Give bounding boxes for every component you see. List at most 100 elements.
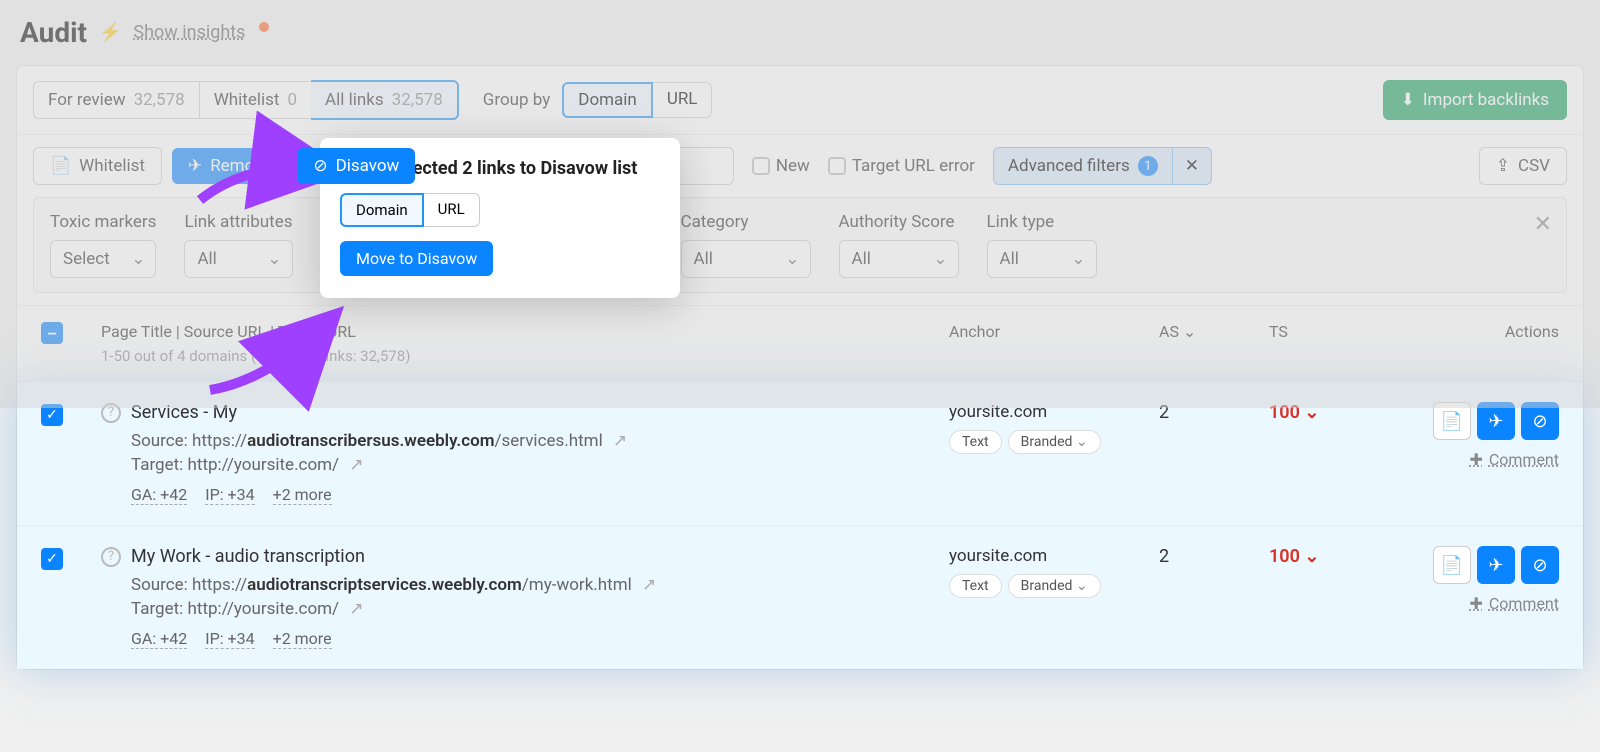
row-ts[interactable]: 100 [1269,402,1409,505]
pill-branded[interactable]: Branded [1008,430,1101,454]
row-target[interactable]: Target: http://yoursite.com/ ↗ [131,455,949,475]
tab-whitelist[interactable]: Whitelist 0 [200,81,312,119]
col-label: AS [1159,322,1179,341]
tab-count: 32,578 [134,90,185,110]
tab-count: 0 [287,90,297,110]
seg-url[interactable]: URL [424,193,480,227]
meta-more[interactable]: +2 more [273,485,332,505]
external-link-icon[interactable]: ↗ [349,455,363,475]
whitelist-button[interactable]: 📄 Whitelist [33,147,162,185]
disavow-icon: ⊘ [313,156,327,176]
row-source[interactable]: Source: https://audiotranscribersus.weeb… [131,431,949,451]
page-title: Audit [20,16,87,49]
row-target[interactable]: Target: http://yoursite.com/ ↗ [131,599,949,619]
tab-label: For review [48,90,126,110]
remove-button[interactable]: ✈ Remove [172,148,287,184]
col-sublabel: 1-50 out of 4 domains (total backlinks: … [101,347,949,365]
group-by-domain[interactable]: Domain [562,82,653,118]
show-insights-link[interactable]: Show insights [133,22,245,43]
comment-label: Comment [1489,594,1559,613]
disavow-button[interactable]: ⊘ Disavow [297,148,415,184]
anchor-domain[interactable]: yoursite.com [949,402,1159,422]
new-checkbox[interactable]: New [752,156,810,176]
tab-all-links[interactable]: All links 32,578 [311,80,459,120]
row-title[interactable]: Services - My [131,402,237,423]
help-icon[interactable]: ? [101,547,121,567]
disavow-icon-button[interactable]: ⊘ [1521,546,1559,584]
export-csv-button[interactable]: ⇪ CSV [1479,147,1567,185]
filter-select[interactable]: All [681,240,811,278]
row-checkbox[interactable]: ✓ [41,404,63,426]
comment-link[interactable]: ✚ Comment [1469,450,1559,469]
filter-select[interactable]: All [987,240,1097,278]
row-checkbox[interactable]: ✓ [41,548,63,570]
filter-label: Category [681,212,811,232]
filter-select[interactable]: All [184,240,292,278]
whitelist-icon-button[interactable]: 📄 [1433,402,1471,440]
btn-label: Remove [210,156,271,176]
pill-text[interactable]: Text [949,430,1002,454]
pill-text[interactable]: Text [949,574,1002,598]
meta-ga[interactable]: GA: +42 [131,485,187,505]
import-backlinks-button[interactable]: ⬇ Import backlinks [1383,80,1567,120]
comment-link[interactable]: ✚ Comment [1469,594,1559,613]
meta-more[interactable]: +2 more [273,629,332,649]
group-by-label: Group by [483,90,551,110]
row-source[interactable]: Source: https://audiotranscriptservices.… [131,575,949,595]
filter-toxic-markers: Toxic markers Select [50,212,156,278]
advanced-filters-clear[interactable]: ✕ [1173,147,1212,185]
row-meta: GA: +42 IP: +34 +2 more [131,629,949,649]
seg-domain[interactable]: Domain [340,193,424,227]
col-ts: TS [1269,322,1409,341]
help-icon[interactable]: ? [101,403,121,423]
row-as: 2 [1159,402,1269,505]
filter-label: Link type [987,212,1097,232]
external-link-icon[interactable]: ↗ [613,431,627,451]
toolbar: 📄 Whitelist ✈ Remove ⊘ Disavow Everywher… [17,135,1583,197]
checkbox-label: Target URL error [852,156,975,176]
tab-row: For review 32,578 Whitelist 0 All links … [17,66,1583,135]
meta-ga[interactable]: GA: +42 [131,629,187,649]
notification-dot-icon [259,22,269,32]
filter-select[interactable]: All [839,240,959,278]
col-page: Page Title | Source URL | Target URL 1-5… [101,322,949,365]
disavow-icon-button[interactable]: ⊘ [1521,402,1559,440]
bolt-icon: ⚡ [99,22,121,43]
row-meta: GA: +42 IP: +34 +2 more [131,485,949,505]
anchor-domain[interactable]: yoursite.com [949,546,1159,566]
remove-icon-button[interactable]: ✈ [1477,402,1515,440]
main-panel: For review 32,578 Whitelist 0 All links … [16,65,1584,670]
meta-ip[interactable]: IP: +34 [205,629,254,649]
tab-count: 32,578 [392,90,443,110]
advanced-filters-button[interactable]: Advanced filters 1 [993,147,1173,185]
tab-label: All links [325,90,384,110]
comment-icon: ✚ [1469,594,1482,613]
download-icon: ⬇ [1401,90,1415,110]
comment-icon: ✚ [1469,450,1482,469]
tab-for-review[interactable]: For review 32,578 [33,81,200,119]
external-link-icon[interactable]: ↗ [349,599,363,619]
move-to-disavow-button[interactable]: Move to Disavow [340,241,493,276]
select-all-checkbox[interactable]: – [41,322,63,344]
filter-count-badge: 1 [1138,156,1158,176]
filter-bar: Toxic markers Select Link attributes All… [33,197,1567,293]
filter-label: Authority Score [839,212,959,232]
col-as[interactable]: AS ⌄ [1159,322,1269,341]
filter-label: Link attributes [184,212,292,232]
comment-label: Comment [1489,450,1559,469]
remove-icon-button[interactable]: ✈ [1477,546,1515,584]
filter-select[interactable]: Select [50,240,156,278]
row-ts[interactable]: 100 [1269,546,1409,649]
filter-label: Toxic markers [50,212,156,232]
chevron-down-icon: ⌄ [1183,322,1196,341]
whitelist-icon-button[interactable]: 📄 [1433,546,1471,584]
external-link-icon[interactable]: ↗ [642,575,656,595]
row-title[interactable]: My Work - audio transcription [131,546,365,567]
filter-category: Category All [681,212,811,278]
close-filter-bar[interactable]: ✕ [1534,212,1552,237]
pill-branded[interactable]: Branded [1008,574,1101,598]
table-header: – Page Title | Source URL | Target URL 1… [17,305,1583,381]
target-url-error-checkbox[interactable]: Target URL error [828,156,975,176]
group-by-url[interactable]: URL [653,82,713,118]
meta-ip[interactable]: IP: +34 [205,485,254,505]
